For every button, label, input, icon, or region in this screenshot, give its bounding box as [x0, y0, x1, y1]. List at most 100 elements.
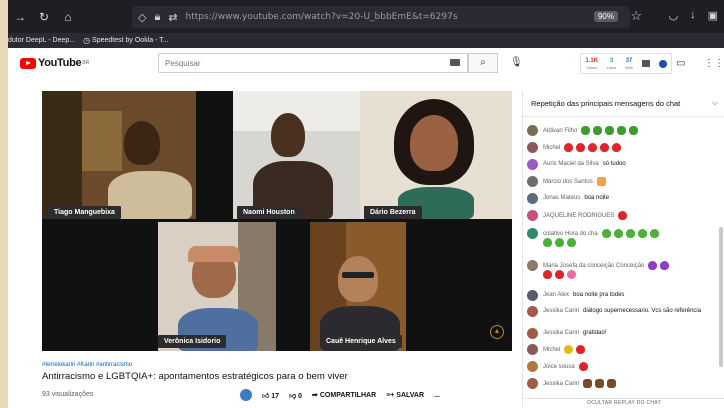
fist-emoji-icon — [607, 379, 617, 388]
forward-icon[interactable]: → — [8, 10, 32, 24]
message-content: Márcio dos Santos — [543, 177, 609, 186]
youtube-play-icon — [20, 57, 36, 69]
message-content: Michel — [543, 345, 588, 354]
author-name: JAQUELINE RODRIGUES — [543, 213, 615, 220]
pocket-icon[interactable]: ◡ — [668, 9, 678, 22]
address-bar[interactable]: ◇ 🔒︎ ⇄ https://www.youtube.com/watch?v=2… — [132, 6, 630, 28]
more-actions-button[interactable]: ... — [434, 392, 440, 399]
heart-r-emoji-icon — [600, 143, 610, 152]
chat-message[interactable]: Jessika Cariri gratidao! — [527, 328, 711, 339]
heart-r-emoji-icon — [588, 143, 598, 152]
message-content: Maria Josefa da conceição Conceição — [543, 261, 672, 280]
shield-icon: ◇ — [138, 11, 147, 24]
chat-message[interactable]: Michel — [527, 142, 711, 153]
microphone-icon[interactable]: 🎙︎ — [510, 57, 523, 68]
permissions-icon: ⇄ — [168, 11, 178, 24]
message-text: só tudoo — [602, 161, 626, 167]
stat-wks-value: 37 — [625, 57, 633, 64]
chat-message[interactable]: Auris Maciel da Silva só tudoo — [527, 159, 711, 170]
author-name: Michel — [543, 145, 561, 152]
reload-icon[interactable]: ↻ — [32, 10, 56, 24]
author-avatar — [527, 125, 538, 136]
heart-r-emoji-icon — [612, 143, 622, 152]
share-button[interactable]: ➦ COMPARTILHAR — [312, 391, 376, 399]
chat-message[interactable]: Jessika Cariri — [527, 378, 711, 389]
author-avatar — [527, 142, 538, 153]
clover-emoji-icon — [581, 126, 591, 135]
chat-message[interactable]: Maria Josefa da conceição Conceição — [527, 260, 711, 280]
bookmark-speedtest[interactable]: Speedtest by Ookla - T... — [92, 37, 169, 44]
save-button[interactable]: ≡+ SALVAR — [386, 392, 424, 399]
participant-tile-1: Tiago Manguebixa — [42, 91, 196, 219]
stats-widget[interactable]: 1.1K Views 3 Likes 37 Wks — [580, 53, 672, 74]
message-text: boa noite — [584, 195, 610, 201]
participant-name: Verônica Isidorio — [158, 335, 227, 348]
logo-text: YouTube — [38, 57, 82, 69]
stat-views-value: 1.1K — [585, 57, 599, 64]
create-video-icon[interactable]: ▭ — [676, 58, 685, 69]
author-avatar — [527, 228, 538, 239]
chat-message[interactable]: Jessika Cariri diálogo supernecessario. V… — [527, 306, 711, 317]
search-button[interactable]: ⌕ — [468, 53, 498, 73]
author-name: Jessika Cariri — [543, 308, 580, 314]
author-name: Jessika Cariri — [543, 330, 580, 336]
chat-message[interactable]: Michel — [527, 344, 711, 355]
screen: → ↻ ⌂ ◇ 🔒︎ ⇄ https://www.youtube.com/wat… — [8, 0, 724, 408]
download-icon[interactable]: ↓ — [690, 9, 696, 22]
chat-message[interactable]: JAQUELINE RODRIGUES — [527, 210, 711, 221]
video-hashtags[interactable]: #terreiokariri #Kariri #antirracismo — [42, 362, 132, 368]
participant-tile-3: Dário Bezerra — [360, 91, 512, 219]
bookmark-deepl[interactable]: dutor DeepL - Deep... — [8, 37, 75, 44]
fist-emoji-icon — [595, 379, 605, 388]
chat-message[interactable]: Aldivan Filho — [527, 125, 711, 136]
apps-grid-icon[interactable]: ⋮⋮ — [704, 58, 724, 69]
dislike-button[interactable]: 👎︎ 0 — [289, 391, 302, 400]
zoom-badge[interactable]: 90% — [593, 11, 618, 22]
heart-g-emoji-icon — [613, 229, 623, 238]
heart-r-emoji-icon — [564, 143, 574, 152]
chat-header[interactable]: Repetição das principais mensagens do ch… — [523, 91, 724, 117]
clover-emoji-icon — [605, 126, 615, 135]
message-content: colativo Hora do cha — [543, 229, 662, 248]
dislike-count: 0 — [298, 392, 303, 400]
chat-message[interactable]: Márcio dos Santos — [527, 176, 711, 187]
heart-r-emoji-icon — [618, 211, 628, 220]
home-icon[interactable]: ⌂ — [56, 10, 80, 24]
hide-chat-replay-button[interactable]: OCULTAR REPLAY DO CHAT — [523, 398, 724, 408]
author-avatar — [527, 193, 538, 204]
clover-emoji-icon — [593, 126, 603, 135]
flower-emoji-icon — [564, 345, 574, 354]
url-text: https://www.youtube.com/watch?v=20-U_bbb… — [185, 12, 458, 22]
chat-message[interactable]: Jean Alex boa noite pra todes — [527, 290, 711, 301]
author-avatar — [527, 176, 538, 187]
participant-name: Cauê Henrique Alves — [320, 335, 402, 348]
message-content: Michel — [543, 143, 624, 152]
chat-scrollbar[interactable] — [719, 117, 724, 397]
stat-likes-label: Likes — [606, 64, 617, 70]
author-name: Jean Alex — [543, 292, 570, 298]
stat-wks-label: Wks — [625, 64, 633, 70]
heart-r-emoji-icon — [576, 345, 586, 354]
like-button[interactable]: 👍︎ 17 — [262, 391, 279, 400]
video-player[interactable]: Tiago Manguebixa Naomi Houston Dário Bez… — [42, 91, 512, 351]
message-content: Jessika Cariri — [543, 379, 619, 388]
message-content: Jean Alex boa noite pra todes — [543, 291, 624, 299]
chat-message[interactable]: Joice sousa — [527, 361, 711, 372]
extension-avatar-icon[interactable] — [240, 389, 252, 401]
heart-g-emoji-icon — [543, 238, 552, 248]
youtube-logo[interactable]: YouTube BR — [20, 57, 89, 69]
channel-emblem-icon: ▲ — [490, 325, 504, 339]
extensions-icon[interactable]: ▣ — [708, 9, 718, 22]
save-label: SALVAR — [396, 391, 425, 399]
chat-message[interactable]: colativo Hora do cha — [527, 228, 711, 248]
logo-country: BR — [82, 60, 90, 66]
search-input[interactable]: Pesquisar — [158, 53, 468, 73]
author-name: Auris Maciel da Silva — [543, 161, 599, 167]
message-text: gratidao! — [583, 330, 607, 336]
chat-message[interactable]: Jonas Mateus boa noite — [527, 193, 711, 204]
video-title: Antirracismo e LGBTQIA+: apontamentos es… — [42, 371, 348, 382]
clover-emoji-icon — [617, 126, 627, 135]
keyboard-icon[interactable] — [450, 59, 460, 66]
bookmark-star-icon[interactable]: ☆ — [630, 8, 642, 24]
participant-name: Naomi Houston — [237, 206, 301, 219]
